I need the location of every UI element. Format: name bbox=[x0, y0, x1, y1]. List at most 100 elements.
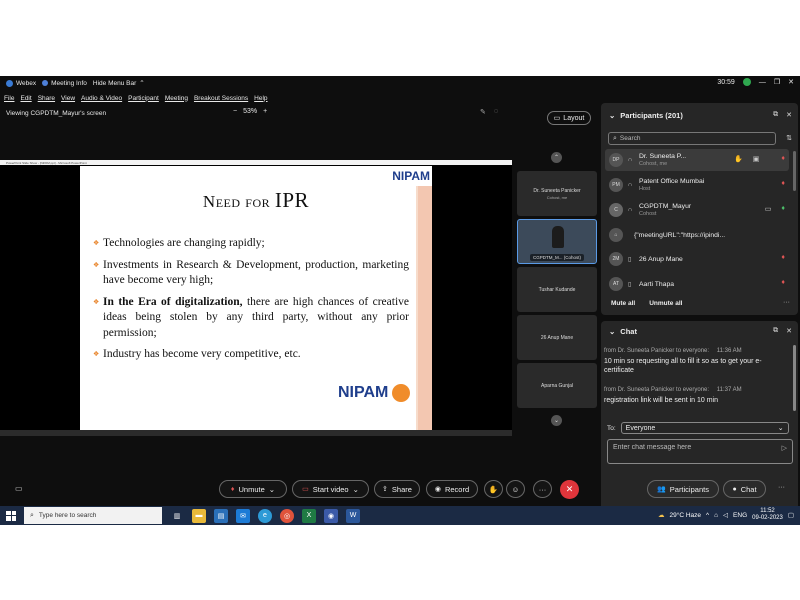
menu-meeting[interactable]: Meeting bbox=[165, 95, 188, 102]
participant-row[interactable]: AT ▯ Aarti Thapa ♦ bbox=[605, 273, 789, 295]
participants-more-button[interactable]: ··· bbox=[783, 299, 790, 306]
participants-scrollbar[interactable] bbox=[793, 151, 796, 191]
chat-scrollbar[interactable] bbox=[793, 345, 796, 411]
taskbar-search[interactable]: ⌕ Type here to search bbox=[24, 507, 162, 524]
start-video-button[interactable]: ▭ Start video ⌄ bbox=[292, 480, 369, 498]
raise-hand-icon[interactable]: ✋ bbox=[734, 155, 743, 163]
clock[interactable]: 11:52 09-02-2023 bbox=[752, 508, 783, 522]
viewing-label: Viewing CGPDTM_Mayur's screen bbox=[6, 109, 107, 117]
send-icon[interactable]: ▷ bbox=[782, 444, 787, 452]
participant-row[interactable]: DP ∩ Dr. Suneeta P... Cohost, me ✋ ▣ ♦ bbox=[605, 149, 789, 171]
menu-audio-video[interactable]: Audio & Video bbox=[81, 95, 122, 102]
menu-share[interactable]: Share bbox=[38, 95, 55, 102]
muted-mic-icon[interactable]: ♦ bbox=[781, 254, 785, 261]
unmute-all-button[interactable]: Unmute all bbox=[649, 300, 682, 307]
windows-start-icon[interactable] bbox=[6, 510, 16, 521]
close-button[interactable]: ✕ bbox=[788, 78, 794, 86]
mail-icon[interactable]: ✉ bbox=[236, 508, 250, 523]
menu-edit[interactable]: Edit bbox=[20, 95, 31, 102]
file-explorer-icon[interactable]: ▬ bbox=[192, 508, 206, 523]
mute-all-button[interactable]: Mute all bbox=[611, 300, 635, 307]
webex-app-menu[interactable]: Webex bbox=[6, 79, 36, 87]
slide-title-prefix: Need for bbox=[202, 192, 275, 211]
more-panels-button[interactable]: ··· bbox=[778, 484, 785, 491]
scroll-up-icon[interactable]: ⌃ bbox=[551, 152, 562, 163]
minimize-button[interactable]: — bbox=[759, 79, 766, 86]
tray-arrow-icon[interactable]: ^ bbox=[706, 512, 709, 519]
sort-icon[interactable]: ⇅ bbox=[786, 134, 792, 142]
recipient-select[interactable]: Everyone ⌄ bbox=[620, 422, 789, 434]
restore-button[interactable]: ❐ bbox=[774, 78, 780, 86]
store-icon[interactable]: ▤ bbox=[214, 508, 228, 523]
zoom-level: 53% bbox=[243, 108, 258, 115]
chrome-icon[interactable]: ◎ bbox=[280, 508, 294, 523]
video-tile[interactable]: 26 Anup Mane bbox=[517, 315, 597, 360]
video-tile[interactable]: Tushar Kudande bbox=[517, 267, 597, 312]
menu-view[interactable]: View bbox=[61, 95, 75, 102]
menu-help[interactable]: Help bbox=[254, 95, 267, 102]
share-button[interactable]: ⇪ Share bbox=[374, 480, 420, 498]
menu-file[interactable]: File bbox=[4, 95, 14, 102]
popout-icon[interactable]: ◌ bbox=[494, 108, 498, 116]
meeting-timer: 30:59 bbox=[717, 78, 735, 86]
participant-row[interactable]: 2M ▯ 26 Anup Mane ♦ bbox=[605, 248, 789, 270]
more-options-button[interactable]: ··· bbox=[533, 480, 552, 498]
muted-mic-icon[interactable]: ♦ bbox=[781, 180, 785, 187]
system-tray: ☁ 29°C Haze ^ ⌂ ◁ ENG 11:52 09-02-2023 ▢ bbox=[658, 508, 794, 522]
participant-row[interactable]: PM ∩ Patent Office Mumbai Host ♦ bbox=[605, 174, 789, 196]
participant-role: Cohost bbox=[639, 211, 657, 217]
participant-row[interactable]: C ∩ CGPDTM_Mayur Cohost ▭ ♦ bbox=[605, 199, 789, 221]
language-indicator[interactable]: ENG bbox=[733, 512, 747, 519]
zoom-control: − 53% + bbox=[233, 108, 267, 115]
mic-on-icon[interactable]: ♦ bbox=[781, 205, 785, 213]
webex-taskbar-icon[interactable]: ◉ bbox=[324, 508, 338, 523]
menu-participant[interactable]: Participant bbox=[128, 95, 159, 102]
leave-meeting-button[interactable]: ✕ bbox=[560, 480, 579, 499]
scroll-down-icon[interactable]: ⌄ bbox=[551, 415, 562, 426]
participant-search[interactable]: ⌕ bbox=[608, 132, 776, 145]
annotate-icon[interactable]: ✎ bbox=[480, 108, 486, 116]
network-icon[interactable]: ⌂ bbox=[714, 512, 718, 519]
muted-mic-icon[interactable]: ♦ bbox=[781, 155, 785, 163]
popout-icon[interactable]: ⧉ bbox=[773, 111, 778, 119]
menu-breakout-sessions[interactable]: Breakout Sessions bbox=[194, 95, 248, 102]
search-input[interactable] bbox=[619, 135, 760, 142]
task-view-icon[interactable]: ▥ bbox=[170, 509, 184, 523]
unmute-button[interactable]: ♦ Unmute ⌄ bbox=[219, 480, 287, 498]
participants-title: Participants (201) bbox=[620, 111, 683, 120]
video-camera-icon[interactable]: ▭ bbox=[765, 205, 772, 213]
slide: NIPAM Need for IPR Technologies are chan… bbox=[80, 166, 432, 430]
chat-input-box[interactable]: ▷ bbox=[607, 439, 793, 464]
video-off-icon[interactable]: ▣ bbox=[753, 155, 760, 163]
word-icon[interactable]: W bbox=[346, 508, 360, 523]
layout-button[interactable]: ▭ Layout bbox=[547, 111, 591, 125]
avatar: AT bbox=[609, 277, 623, 291]
edge-icon[interactable]: e bbox=[258, 508, 272, 523]
participant-row[interactable]: ⌂ {"meetingURL":"https://ipindi... bbox=[605, 224, 789, 246]
captions-icon[interactable]: ▭ bbox=[15, 484, 23, 493]
participants-header[interactable]: ⌄ Participants (201) bbox=[609, 111, 683, 120]
video-tile-active[interactable]: CGPDTM_M... (Cohost) bbox=[517, 219, 597, 264]
muted-mic-icon[interactable]: ♦ bbox=[781, 279, 785, 286]
raise-hand-button[interactable]: ✋ bbox=[484, 480, 503, 498]
video-tile[interactable]: Aparna Gunjal bbox=[517, 363, 597, 408]
chat-toggle-button[interactable]: ● Chat bbox=[723, 480, 766, 498]
webex-window: Webex Meeting Info Hide Menu Bar ⌃ 30:59… bbox=[0, 76, 800, 525]
volume-icon[interactable]: ◁ bbox=[723, 511, 728, 519]
reactions-button[interactable]: ☺ bbox=[506, 480, 525, 498]
chat-header[interactable]: ⌄ Chat bbox=[609, 327, 637, 336]
close-icon[interactable]: ✕ bbox=[786, 327, 792, 335]
zoom-out-button[interactable]: − bbox=[233, 108, 237, 115]
chat-input[interactable] bbox=[613, 444, 773, 451]
record-button[interactable]: ◉ Record bbox=[426, 480, 478, 498]
meeting-info-button[interactable]: Meeting Info bbox=[42, 80, 87, 87]
popout-icon[interactable]: ⧉ bbox=[773, 327, 778, 335]
notification-icon[interactable]: ▢ bbox=[788, 511, 794, 519]
zoom-in-button[interactable]: + bbox=[263, 108, 267, 115]
excel-icon[interactable]: X bbox=[302, 508, 316, 523]
participants-toggle-button[interactable]: 👥 Participants bbox=[647, 480, 719, 498]
close-icon[interactable]: ✕ bbox=[786, 111, 792, 119]
chat-sender: from Dr. Suneeta Panicker to everyone: bbox=[604, 348, 710, 354]
video-tile[interactable]: Dr. Suneeta Panicker Cohost, me bbox=[517, 171, 597, 216]
hide-menu-bar-button[interactable]: Hide Menu Bar ⌃ bbox=[93, 79, 145, 88]
